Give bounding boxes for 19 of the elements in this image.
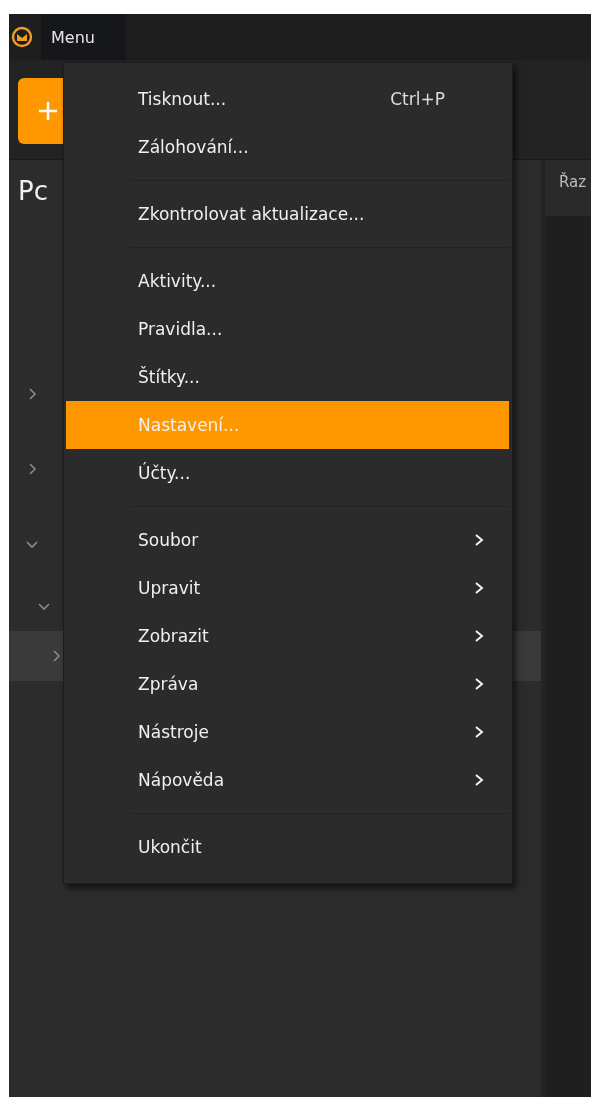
menu-item[interactable]: Zpráva bbox=[66, 660, 509, 708]
menu-item[interactable]: Ukončit bbox=[66, 823, 509, 871]
menu-item[interactable]: Upravit bbox=[66, 564, 509, 612]
envelope-logo-icon bbox=[11, 26, 33, 48]
plus-icon bbox=[37, 100, 59, 122]
pane-title: Řaz bbox=[559, 173, 587, 191]
menu-item[interactable]: Štítky... bbox=[66, 353, 509, 401]
menu-item[interactable]: Pravidla... bbox=[66, 305, 509, 353]
menu-item[interactable]: Tisknout... Ctrl+P bbox=[66, 75, 509, 123]
menu-item[interactable]: Nástroje bbox=[66, 708, 509, 756]
menu-item[interactable]: Zobrazit bbox=[66, 612, 509, 660]
menu-item[interactable]: Zálohování... bbox=[66, 123, 509, 171]
menu-tab[interactable]: Menu bbox=[41, 14, 126, 60]
menu-item[interactable]: Nápověda bbox=[66, 756, 509, 804]
menu-item[interactable]: Aktivity... bbox=[66, 257, 509, 305]
menu-item[interactable]: Zkontrolovat aktualizace... bbox=[66, 190, 509, 238]
menu-item[interactable]: Účty... bbox=[66, 449, 509, 497]
sidebar-title: Pc bbox=[18, 176, 48, 206]
menu-item[interactable]: Soubor bbox=[66, 516, 509, 564]
